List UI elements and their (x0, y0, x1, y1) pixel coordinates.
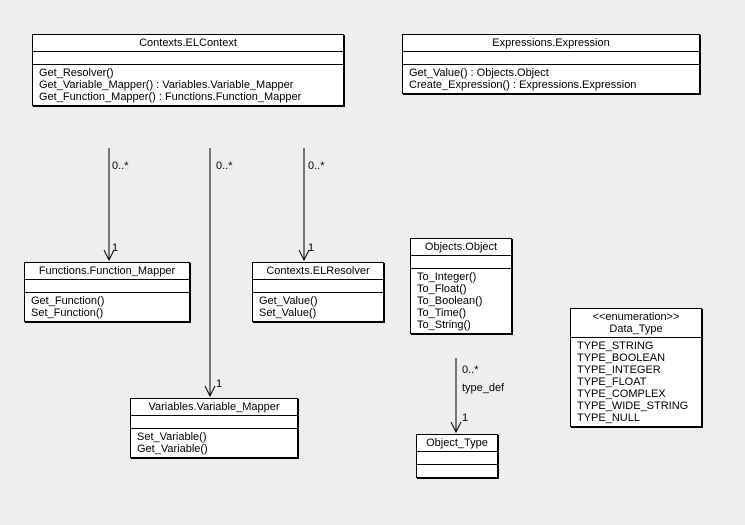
class-expression: Expressions.Expression Get_Value() : Obj… (402, 34, 700, 94)
literal: TYPE_STRING (577, 340, 695, 352)
enum-name: Data_Type (577, 323, 695, 335)
enum-data-type: <<enumeration>> Data_Type TYPE_STRING TY… (570, 308, 702, 427)
class-variable-mapper: Variables.Variable_Mapper Set_Variable()… (130, 398, 298, 458)
class-title: Objects.Object (411, 239, 511, 256)
class-title: Object_Type (417, 435, 497, 452)
operation: Get_Function() (31, 295, 183, 307)
class-el-context: Contexts.ELContext Get_Resolver() Get_Va… (32, 34, 344, 106)
literals: TYPE_STRING TYPE_BOOLEAN TYPE_INTEGER TY… (571, 338, 701, 426)
attributes (131, 416, 297, 429)
operation: Set_Value() (259, 307, 377, 319)
attributes (33, 52, 343, 65)
operation: Create_Expression() : Expressions.Expres… (409, 79, 693, 91)
mult-ctx-res-near: 0..* (308, 160, 325, 172)
operation: Get_Value() : Objects.Object (409, 67, 693, 79)
literal: TYPE_WIDE_STRING (577, 400, 695, 412)
attributes (253, 280, 383, 293)
mult-ctx-func-far: 1 (112, 242, 118, 254)
attributes (25, 280, 189, 293)
mult-ctx-res-far: 1 (308, 242, 314, 254)
class-objects-object: Objects.Object To_Integer() To_Float() T… (410, 238, 512, 334)
operations: Get_Value() Set_Value() (253, 293, 383, 321)
literal: TYPE_BOOLEAN (577, 352, 695, 364)
operation: Get_Variable() (137, 443, 291, 455)
attributes (403, 52, 699, 65)
class-object-type: Object_Type (416, 434, 498, 478)
class-title: <<enumeration>> Data_Type (571, 309, 701, 338)
operations: Get_Resolver() Get_Variable_Mapper() : V… (33, 65, 343, 105)
operation: Get_Variable_Mapper() : Variables.Variab… (39, 79, 337, 91)
operations: To_Integer() To_Float() To_Boolean() To_… (411, 269, 511, 333)
literal: TYPE_INTEGER (577, 364, 695, 376)
operation: Get_Resolver() (39, 67, 337, 79)
operation: Set_Function() (31, 307, 183, 319)
class-function-mapper: Functions.Function_Mapper Get_Function()… (24, 262, 190, 322)
operations: Get_Function() Set_Function() (25, 293, 189, 321)
operation: To_String() (417, 319, 505, 331)
class-title: Contexts.ELResolver (253, 263, 383, 280)
operation: To_Integer() (417, 271, 505, 283)
operation: Get_Function_Mapper() : Functions.Functi… (39, 91, 337, 103)
literal: TYPE_NULL (577, 412, 695, 424)
mult-ctx-var-far: 1 (216, 378, 222, 390)
operations: Set_Variable() Get_Variable() (131, 429, 297, 457)
operation: Set_Variable() (137, 431, 291, 443)
attributes (417, 452, 497, 465)
stereotype: <<enumeration>> (577, 311, 695, 323)
operation: To_Time() (417, 307, 505, 319)
literal: TYPE_COMPLEX (577, 388, 695, 400)
class-title: Functions.Function_Mapper (25, 263, 189, 280)
attributes (411, 256, 511, 269)
operations: Get_Value() : Objects.Object Create_Expr… (403, 65, 699, 93)
literal: TYPE_FLOAT (577, 376, 695, 388)
mult-ctx-var-near: 0..* (216, 160, 233, 172)
mult-obj-type-far: 1 (462, 412, 468, 424)
class-title: Variables.Variable_Mapper (131, 399, 297, 416)
mult-obj-type-near: 0..* (462, 364, 479, 376)
class-title: Contexts.ELContext (33, 35, 343, 52)
class-title: Expressions.Expression (403, 35, 699, 52)
role-obj-type-label: type_def (462, 382, 504, 394)
operation: Get_Value() (259, 295, 377, 307)
mult-ctx-func-near: 0..* (112, 160, 129, 172)
class-el-resolver: Contexts.ELResolver Get_Value() Set_Valu… (252, 262, 384, 322)
operation: To_Float() (417, 283, 505, 295)
operations (417, 465, 497, 477)
operation: To_Boolean() (417, 295, 505, 307)
